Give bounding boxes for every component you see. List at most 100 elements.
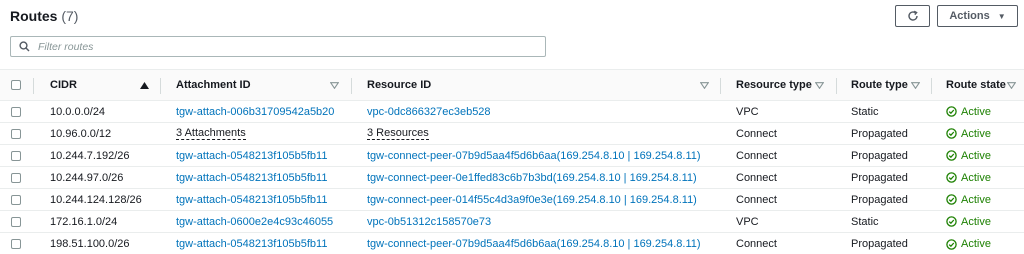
filter-routes-input[interactable]: Filter routes	[10, 36, 546, 57]
column-header-cidr[interactable]: CIDR	[50, 70, 77, 100]
cidr-cell: 10.244.97.0/26	[50, 171, 124, 184]
check-circle-icon	[946, 216, 957, 227]
sort-icon[interactable]	[815, 70, 824, 100]
check-circle-icon	[946, 150, 957, 161]
route-type-cell: Propagated	[851, 238, 908, 250]
resource-type-cell: Connect	[736, 149, 777, 162]
route-state-label: Active	[961, 215, 991, 228]
page-title-text: Routes	[10, 8, 58, 24]
column-divider	[33, 78, 34, 94]
route-state-label: Active	[961, 193, 991, 206]
check-circle-icon	[946, 238, 957, 250]
resource-type-cell: Connect	[736, 238, 777, 250]
refresh-button[interactable]	[895, 5, 930, 27]
cidr-cell: 10.96.0.0/12	[50, 127, 112, 140]
resources-count-label: 3 Resources	[367, 127, 429, 140]
check-circle-icon	[946, 128, 957, 139]
resource-id-link[interactable]: tgw-connect-peer-014f55c4d3a9f0e3e(169.2…	[367, 189, 697, 210]
resource-id-link[interactable]: tgw-connect-peer-07b9d5aa4f5d6b6aa(169.2…	[367, 233, 701, 254]
route-state-status: Active	[946, 211, 991, 232]
column-header-resource-id[interactable]: Resource ID	[367, 70, 431, 100]
table-row: 10.244.97.0/26 tgw-attach-0548213f105b5f…	[0, 167, 1024, 189]
route-state-status: Active	[946, 145, 991, 166]
attachment-id-link[interactable]: tgw-attach-006b31709542a5b20	[176, 101, 334, 122]
caret-down-icon: ▼	[997, 11, 1006, 21]
cidr-cell: 10.244.124.128/26	[50, 193, 142, 206]
sort-icon[interactable]	[1007, 70, 1016, 100]
attachment-id-link[interactable]: tgw-attach-0600e2e4c93c46055	[176, 211, 333, 232]
cidr-cell: 198.51.100.0/26	[50, 238, 130, 250]
resource-id-link[interactable]: vpc-0b51312c158570e73	[367, 211, 491, 232]
select-all-checkbox[interactable]	[11, 70, 21, 100]
attachment-id-link[interactable]: tgw-attach-0548213f105b5fb11	[176, 233, 327, 254]
row-checkbox[interactable]	[11, 189, 21, 210]
table-row: 10.0.0.0/24 tgw-attach-006b31709542a5b20…	[0, 101, 1024, 123]
resource-type-cell: Connect	[736, 193, 777, 206]
column-header-route-state[interactable]: Route state	[946, 70, 1006, 100]
filter-placeholder: Filter routes	[38, 40, 94, 53]
column-divider	[931, 78, 932, 94]
column-divider	[351, 78, 352, 94]
route-state-status: Active	[946, 189, 991, 210]
resources-popover-trigger[interactable]: 3 Resources	[367, 123, 429, 144]
check-circle-icon	[946, 194, 957, 205]
column-header-resource-type[interactable]: Resource type	[736, 70, 812, 100]
table-row: 10.244.124.128/26 tgw-attach-0548213f105…	[0, 189, 1024, 211]
table-header-row: CIDR Attachment ID Resource ID Resource …	[0, 69, 1024, 101]
column-header-route-type[interactable]: Route type	[851, 70, 908, 100]
row-checkbox[interactable]	[11, 233, 21, 254]
route-state-status: Active	[946, 233, 991, 254]
table-row: 10.96.0.0/12 3 Attachments 3 Resources C…	[0, 123, 1024, 145]
route-state-label: Active	[961, 149, 991, 162]
attachments-popover-trigger[interactable]: 3 Attachments	[176, 123, 246, 144]
route-type-cell: Propagated	[851, 127, 908, 140]
cidr-cell: 10.244.7.192/26	[50, 149, 130, 162]
resource-id-link[interactable]: vpc-0dc866327ec3eb528	[367, 101, 491, 122]
cidr-cell: 10.0.0.0/24	[50, 105, 106, 118]
table-row: 198.51.100.0/26 tgw-attach-0548213f105b5…	[0, 233, 1024, 254]
column-divider	[160, 78, 161, 94]
routes-table: CIDR Attachment ID Resource ID Resource …	[0, 69, 1024, 254]
actions-dropdown-button[interactable]: Actions ▼	[937, 5, 1018, 27]
attachment-id-link[interactable]: tgw-attach-0548213f105b5fb11	[176, 145, 327, 166]
attachment-id-link[interactable]: tgw-attach-0548213f105b5fb11	[176, 189, 327, 210]
route-state-label: Active	[961, 127, 991, 140]
resource-type-cell: VPC	[736, 215, 759, 228]
row-checkbox[interactable]	[11, 145, 21, 166]
sort-ascending-icon[interactable]	[140, 70, 149, 100]
cidr-cell: 172.16.1.0/24	[50, 215, 118, 228]
column-divider	[836, 78, 837, 94]
refresh-icon	[907, 10, 918, 21]
column-header-attachment-id[interactable]: Attachment ID	[176, 70, 251, 100]
page-title: Routes (7)	[10, 8, 78, 24]
route-state-label: Active	[961, 171, 991, 184]
routes-count: (7)	[61, 8, 79, 24]
actions-label: Actions	[949, 10, 990, 22]
check-circle-icon	[946, 172, 957, 183]
route-type-cell: Static	[851, 105, 879, 118]
route-type-cell: Propagated	[851, 193, 908, 206]
column-divider	[720, 78, 721, 94]
sort-icon[interactable]	[911, 70, 920, 100]
resource-id-link[interactable]: tgw-connect-peer-0e1ffed83c6b7b3bd(169.2…	[367, 167, 697, 188]
attachments-count-label: 3 Attachments	[176, 127, 246, 140]
route-state-status: Active	[946, 123, 991, 144]
resource-type-cell: VPC	[736, 105, 759, 118]
route-type-cell: Static	[851, 215, 879, 228]
row-checkbox[interactable]	[11, 211, 21, 232]
sort-icon[interactable]	[330, 70, 339, 100]
row-checkbox[interactable]	[11, 101, 21, 122]
table-row: 172.16.1.0/24 tgw-attach-0600e2e4c93c460…	[0, 211, 1024, 233]
row-checkbox[interactable]	[11, 123, 21, 144]
resource-id-link[interactable]: tgw-connect-peer-07b9d5aa4f5d6b6aa(169.2…	[367, 145, 701, 166]
resource-type-cell: Connect	[736, 127, 777, 140]
route-state-label: Active	[961, 238, 991, 250]
route-state-status: Active	[946, 167, 991, 188]
route-type-cell: Propagated	[851, 171, 908, 184]
attachment-id-link[interactable]: tgw-attach-0548213f105b5fb11	[176, 167, 327, 188]
route-type-cell: Propagated	[851, 149, 908, 162]
row-checkbox[interactable]	[11, 167, 21, 188]
search-icon	[19, 41, 30, 52]
sort-icon[interactable]	[700, 70, 709, 100]
route-state-label: Active	[961, 105, 991, 118]
